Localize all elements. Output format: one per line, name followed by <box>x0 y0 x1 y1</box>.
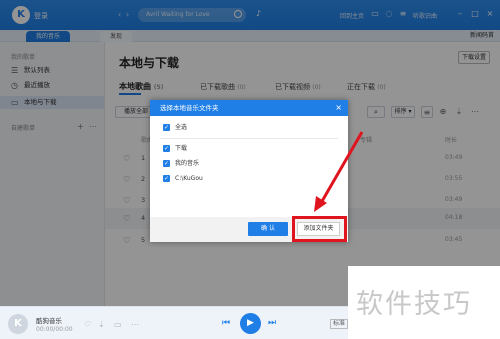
watermark-text: 软件技巧 <box>356 289 472 320</box>
watermark: 软件技巧 <box>348 266 500 339</box>
